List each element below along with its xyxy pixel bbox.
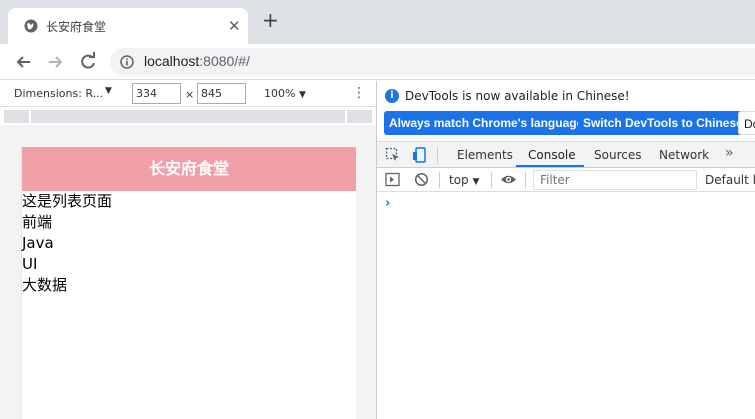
viewport-height-input[interactable] xyxy=(197,83,246,104)
tab-strip: 长安府食堂 ✕ + xyxy=(0,0,755,44)
reload-icon[interactable] xyxy=(77,51,99,73)
sidebar-toggle-icon[interactable] xyxy=(385,172,400,187)
browser-tab[interactable]: 长安府食堂 ✕ xyxy=(8,8,248,44)
site-info-icon[interactable] xyxy=(120,55,134,69)
log-levels-select[interactable]: Default levels xyxy=(705,173,755,187)
ruler-segment[interactable] xyxy=(4,110,29,123)
viewport-width-input[interactable] xyxy=(132,83,181,104)
app-header: 长安府食堂 xyxy=(22,147,356,191)
console-toolbar: top ▼ Default levels xyxy=(377,168,755,192)
language-banner: i DevTools is now available in Chinese! … xyxy=(377,81,755,141)
tab-elements[interactable]: Elements xyxy=(457,148,513,162)
tab-sources[interactable]: Sources xyxy=(594,148,641,162)
back-arrow-icon[interactable] xyxy=(12,51,34,73)
console-filter-input[interactable] xyxy=(533,170,697,190)
always-match-language-button[interactable]: Always match Chrome's language xyxy=(384,111,589,135)
list-item: UI xyxy=(22,255,38,273)
inspect-element-icon[interactable] xyxy=(385,147,401,163)
info-icon: i xyxy=(385,89,399,103)
device-toolbar: Dimensions: R... ▼ × 100% ▼ ⋮ xyxy=(0,81,376,107)
globe-icon xyxy=(24,19,38,33)
new-tab-button[interactable]: + xyxy=(262,10,279,30)
list-item: 前端 xyxy=(22,213,53,231)
app-list: 这是列表页面 前端 Java UI 大数据 xyxy=(22,191,356,296)
toolbar-divider xyxy=(439,172,440,188)
zoom-select[interactable]: 100% ▼ xyxy=(264,87,306,100)
list-page-title: 这是列表页面 xyxy=(22,192,113,210)
dimensions-select[interactable]: Dimensions: R... xyxy=(14,87,103,100)
device-viewport: 长安府食堂 这是列表页面 前端 Java UI 大数据 xyxy=(21,147,356,419)
devtools-tabbar: Elements Console Sources Network » xyxy=(377,141,755,168)
close-tab-icon[interactable]: ✕ xyxy=(228,17,241,35)
zoom-label: 100% xyxy=(264,87,296,100)
url-path: :8080/#/ xyxy=(199,53,250,69)
toolbar-divider xyxy=(491,172,492,188)
tabbar-divider xyxy=(437,147,438,164)
more-tabs-icon[interactable]: » xyxy=(725,145,734,161)
active-tab-indicator xyxy=(516,165,584,167)
url-host: localhost xyxy=(144,53,200,69)
tab-title: 长安府食堂 xyxy=(46,20,107,34)
url-text: localhost:8080/#/ xyxy=(144,53,250,69)
address-bar[interactable]: localhost:8080/#/ xyxy=(110,48,755,76)
toolbar-divider xyxy=(525,172,526,188)
devtools-panel: i DevTools is now available in Chinese! … xyxy=(377,81,755,419)
dont-show-again-button[interactable]: Don't show again xyxy=(738,111,755,135)
list-item: Java xyxy=(22,234,54,252)
dimensions-dropdown-arrow-icon[interactable]: ▼ xyxy=(105,86,112,96)
context-label: top xyxy=(449,173,469,187)
console-prompt[interactable]: › xyxy=(385,196,390,211)
browser-toolbar: localhost:8080/#/ xyxy=(0,44,755,80)
media-query-ruler xyxy=(0,107,376,125)
tab-network[interactable]: Network xyxy=(659,148,709,162)
ruler-segment[interactable] xyxy=(347,110,372,123)
switch-to-chinese-button[interactable]: Switch DevTools to Chinese xyxy=(578,111,748,135)
context-dropdown-arrow-icon: ▼ xyxy=(472,177,480,187)
eye-icon[interactable] xyxy=(500,172,517,187)
banner-message: DevTools is now available in Chinese! xyxy=(405,89,630,103)
more-options-icon[interactable]: ⋮ xyxy=(352,85,366,101)
clear-console-icon[interactable] xyxy=(414,172,429,187)
zoom-dropdown-arrow-icon: ▼ xyxy=(298,90,306,100)
ruler-segment[interactable] xyxy=(31,110,345,123)
device-toggle-icon[interactable] xyxy=(412,147,428,163)
times-symbol: × xyxy=(185,88,195,101)
context-selector[interactable]: top ▼ xyxy=(449,173,479,187)
forward-arrow-icon[interactable] xyxy=(45,51,67,73)
list-item: 大数据 xyxy=(22,276,68,294)
tab-console[interactable]: Console xyxy=(528,148,576,162)
